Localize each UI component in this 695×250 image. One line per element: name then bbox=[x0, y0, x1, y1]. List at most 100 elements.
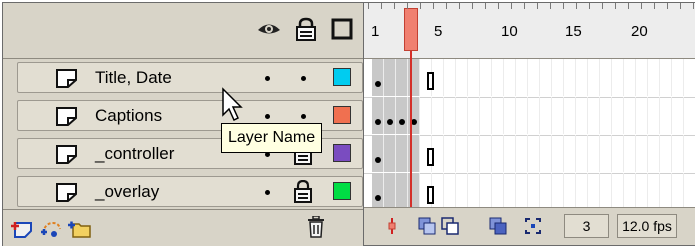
frame-cell[interactable] bbox=[372, 135, 384, 172]
frame-cell[interactable] bbox=[612, 97, 624, 134]
onion-skin-outlines-icon[interactable] bbox=[440, 216, 460, 236]
frame-cell[interactable] bbox=[624, 97, 636, 134]
visibility-dot[interactable] bbox=[265, 190, 270, 195]
frame-cell[interactable] bbox=[492, 97, 504, 134]
frame-cell[interactable] bbox=[444, 173, 456, 210]
frame-cell[interactable] bbox=[660, 97, 672, 134]
frame-cell[interactable] bbox=[624, 135, 636, 172]
frame-cell[interactable] bbox=[672, 173, 684, 210]
frame-rate-field[interactable]: 12.0 fps bbox=[617, 214, 677, 238]
frame-row[interactable] bbox=[364, 135, 695, 174]
frame-cell[interactable] bbox=[564, 97, 576, 134]
frame-cell[interactable] bbox=[504, 59, 516, 96]
frame-cell[interactable] bbox=[636, 135, 648, 172]
frame-cell[interactable] bbox=[456, 135, 468, 172]
lock-dot[interactable] bbox=[301, 114, 306, 119]
frame-cell[interactable] bbox=[600, 97, 612, 134]
frame-cell[interactable] bbox=[444, 97, 456, 134]
frame-cell[interactable] bbox=[456, 97, 468, 134]
frame-cell[interactable] bbox=[540, 173, 552, 210]
add-motion-guide-icon[interactable] bbox=[39, 217, 63, 239]
frame-cell[interactable] bbox=[468, 59, 480, 96]
outline-icon[interactable] bbox=[330, 17, 354, 41]
frame-cell[interactable] bbox=[372, 97, 384, 134]
frame-cell[interactable] bbox=[588, 97, 600, 134]
outline-color-swatch[interactable] bbox=[333, 144, 351, 162]
frame-cell[interactable] bbox=[636, 173, 648, 210]
eye-icon[interactable] bbox=[257, 17, 281, 41]
frame-cell[interactable] bbox=[624, 59, 636, 96]
frame-cell[interactable] bbox=[516, 59, 528, 96]
frame-cell[interactable] bbox=[480, 59, 492, 96]
frame-cell[interactable] bbox=[564, 173, 576, 210]
lock-dot[interactable] bbox=[301, 76, 306, 81]
visibility-dot[interactable] bbox=[265, 114, 270, 119]
frame-cell[interactable] bbox=[384, 97, 396, 134]
frame-cell[interactable] bbox=[480, 135, 492, 172]
frame-ruler[interactable]: 1 5 10 15 20 bbox=[364, 3, 695, 59]
frame-cell[interactable] bbox=[540, 59, 552, 96]
frame-cell[interactable] bbox=[648, 135, 660, 172]
frame-cell[interactable] bbox=[432, 97, 444, 134]
frame-cell[interactable] bbox=[492, 135, 504, 172]
frame-cell[interactable] bbox=[528, 173, 540, 210]
layer-name-label[interactable]: _controller bbox=[95, 144, 174, 164]
frame-cell[interactable] bbox=[504, 173, 516, 210]
frame-cell[interactable] bbox=[504, 135, 516, 172]
frame-cell[interactable] bbox=[444, 59, 456, 96]
frame-cell[interactable] bbox=[396, 59, 408, 96]
frame-cell[interactable] bbox=[372, 173, 384, 210]
frame-cell[interactable] bbox=[576, 135, 588, 172]
frame-cell[interactable] bbox=[516, 97, 528, 134]
frame-cell[interactable] bbox=[468, 135, 480, 172]
frame-cell[interactable] bbox=[384, 59, 396, 96]
onion-skin-icon[interactable] bbox=[417, 216, 437, 236]
frame-cell[interactable] bbox=[552, 59, 564, 96]
frame-cell[interactable] bbox=[480, 97, 492, 134]
frame-cell[interactable] bbox=[564, 135, 576, 172]
edit-multiple-frames-icon[interactable] bbox=[488, 216, 508, 236]
frame-cell[interactable] bbox=[540, 97, 552, 134]
frame-cell[interactable] bbox=[660, 135, 672, 172]
frame-cell[interactable] bbox=[540, 135, 552, 172]
visibility-dot[interactable] bbox=[265, 76, 270, 81]
lock-icon[interactable] bbox=[294, 17, 318, 41]
frame-cell[interactable] bbox=[660, 59, 672, 96]
layer-name-label[interactable]: Captions bbox=[95, 106, 162, 126]
frame-cell[interactable] bbox=[600, 59, 612, 96]
frame-cell[interactable] bbox=[480, 173, 492, 210]
frame-cell[interactable] bbox=[396, 135, 408, 172]
frame-cell[interactable] bbox=[528, 97, 540, 134]
outline-color-swatch[interactable] bbox=[333, 68, 351, 86]
frame-cell[interactable] bbox=[648, 97, 660, 134]
frame-cell[interactable] bbox=[588, 59, 600, 96]
center-frame-icon[interactable] bbox=[382, 216, 402, 236]
insert-layer-folder-icon[interactable] bbox=[67, 217, 91, 239]
frame-row[interactable] bbox=[364, 97, 695, 136]
frame-cell[interactable] bbox=[672, 97, 684, 134]
lock-icon[interactable] bbox=[293, 180, 313, 204]
layer-row-title-date[interactable]: Title, Date bbox=[3, 59, 363, 98]
playhead[interactable] bbox=[404, 8, 418, 51]
frame-cell[interactable] bbox=[492, 59, 504, 96]
frame-cell[interactable] bbox=[612, 59, 624, 96]
frame-cell[interactable] bbox=[456, 59, 468, 96]
frame-cell[interactable] bbox=[624, 173, 636, 210]
frame-cell[interactable] bbox=[612, 135, 624, 172]
frame-cell[interactable] bbox=[672, 135, 684, 172]
frame-cell[interactable] bbox=[684, 135, 695, 172]
layer-name-label[interactable]: Title, Date bbox=[95, 68, 172, 88]
frame-cell[interactable] bbox=[372, 59, 384, 96]
frame-cell[interactable] bbox=[552, 97, 564, 134]
frame-cell[interactable] bbox=[576, 173, 588, 210]
timeline-frames[interactable]: 1 5 10 15 20 3 12.0 fps bbox=[364, 2, 695, 246]
frame-cell[interactable] bbox=[396, 173, 408, 210]
frame-cell[interactable] bbox=[672, 59, 684, 96]
frame-cell[interactable] bbox=[468, 173, 480, 210]
frame-cell[interactable] bbox=[684, 173, 695, 210]
frame-cell[interactable] bbox=[528, 59, 540, 96]
modify-onion-markers-icon[interactable] bbox=[523, 216, 543, 236]
frame-cell[interactable] bbox=[516, 135, 528, 172]
frame-row[interactable] bbox=[364, 59, 695, 98]
outline-color-swatch[interactable] bbox=[333, 182, 351, 200]
